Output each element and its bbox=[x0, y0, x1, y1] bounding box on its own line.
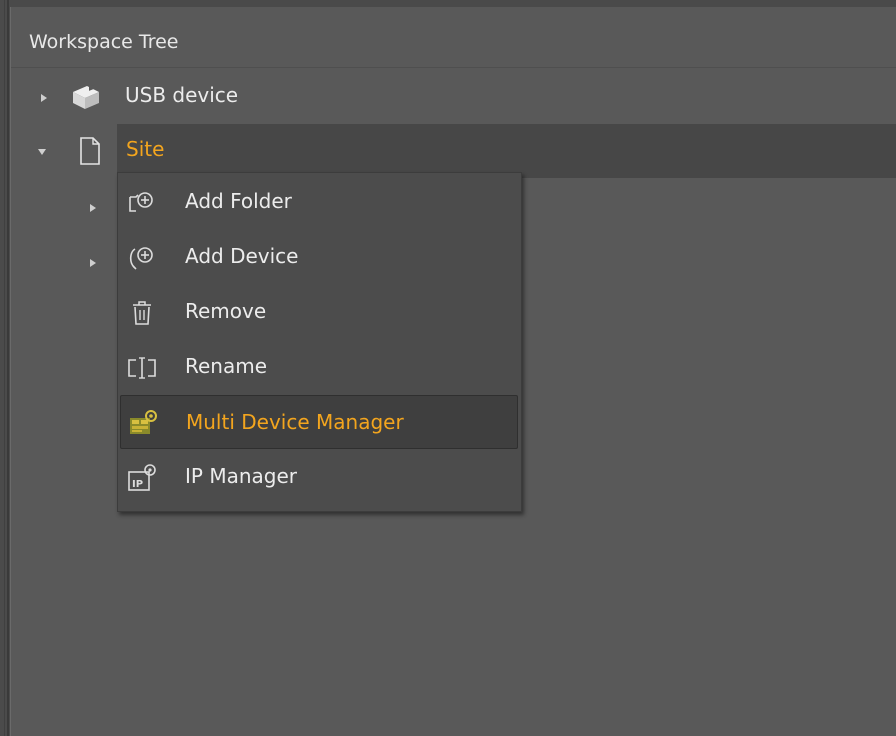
add-folder-icon bbox=[129, 192, 153, 212]
menu-item-add-folder[interactable]: Add Folder bbox=[120, 175, 518, 229]
expand-arrow-icon[interactable] bbox=[38, 92, 50, 104]
menu-item-label: Rename bbox=[185, 354, 268, 378]
ip-manager-icon: IP bbox=[128, 464, 156, 491]
collapse-arrow-icon[interactable] bbox=[36, 146, 48, 158]
edge-line bbox=[7, 0, 9, 736]
add-device-icon bbox=[129, 247, 153, 270]
usb-device-icon bbox=[73, 84, 99, 109]
expand-arrow-icon[interactable] bbox=[87, 202, 99, 214]
window-left-edge bbox=[0, 0, 10, 736]
tree-item-site[interactable]: Site bbox=[11, 124, 896, 178]
window-top-edge bbox=[0, 0, 896, 7]
multi-device-manager-icon bbox=[130, 410, 157, 434]
expand-arrow-icon[interactable] bbox=[87, 257, 99, 269]
panel-header: Workspace Tree bbox=[11, 7, 896, 67]
edge-line bbox=[4, 0, 5, 736]
tree-item-usb-device[interactable]: USB device bbox=[11, 70, 896, 124]
header-divider bbox=[11, 67, 896, 68]
rename-icon bbox=[128, 357, 156, 379]
menu-item-rename[interactable]: Rename bbox=[120, 340, 518, 394]
menu-item-label: Multi Device Manager bbox=[186, 410, 404, 434]
menu-item-label: Add Folder bbox=[185, 189, 292, 213]
menu-item-label: IP Manager bbox=[185, 464, 297, 488]
menu-item-remove[interactable]: Remove bbox=[120, 285, 518, 339]
document-icon bbox=[80, 137, 100, 165]
menu-item-label: Remove bbox=[185, 299, 267, 323]
menu-item-multi-device-manager[interactable]: Multi Device Manager bbox=[120, 395, 518, 449]
selection-highlight bbox=[117, 124, 896, 178]
tree-item-label: USB device bbox=[125, 83, 239, 107]
panel-title: Workspace Tree bbox=[29, 31, 179, 53]
svg-text:IP: IP bbox=[132, 479, 143, 490]
context-menu: Add Folder Add Device Remove Rename Mult… bbox=[117, 172, 522, 512]
menu-item-ip-manager[interactable]: IP IP Manager bbox=[120, 450, 518, 504]
trash-icon bbox=[133, 301, 151, 325]
menu-item-label: Add Device bbox=[185, 244, 299, 268]
tree-item-label: Site bbox=[126, 137, 165, 161]
menu-item-add-device[interactable]: Add Device bbox=[120, 230, 518, 284]
